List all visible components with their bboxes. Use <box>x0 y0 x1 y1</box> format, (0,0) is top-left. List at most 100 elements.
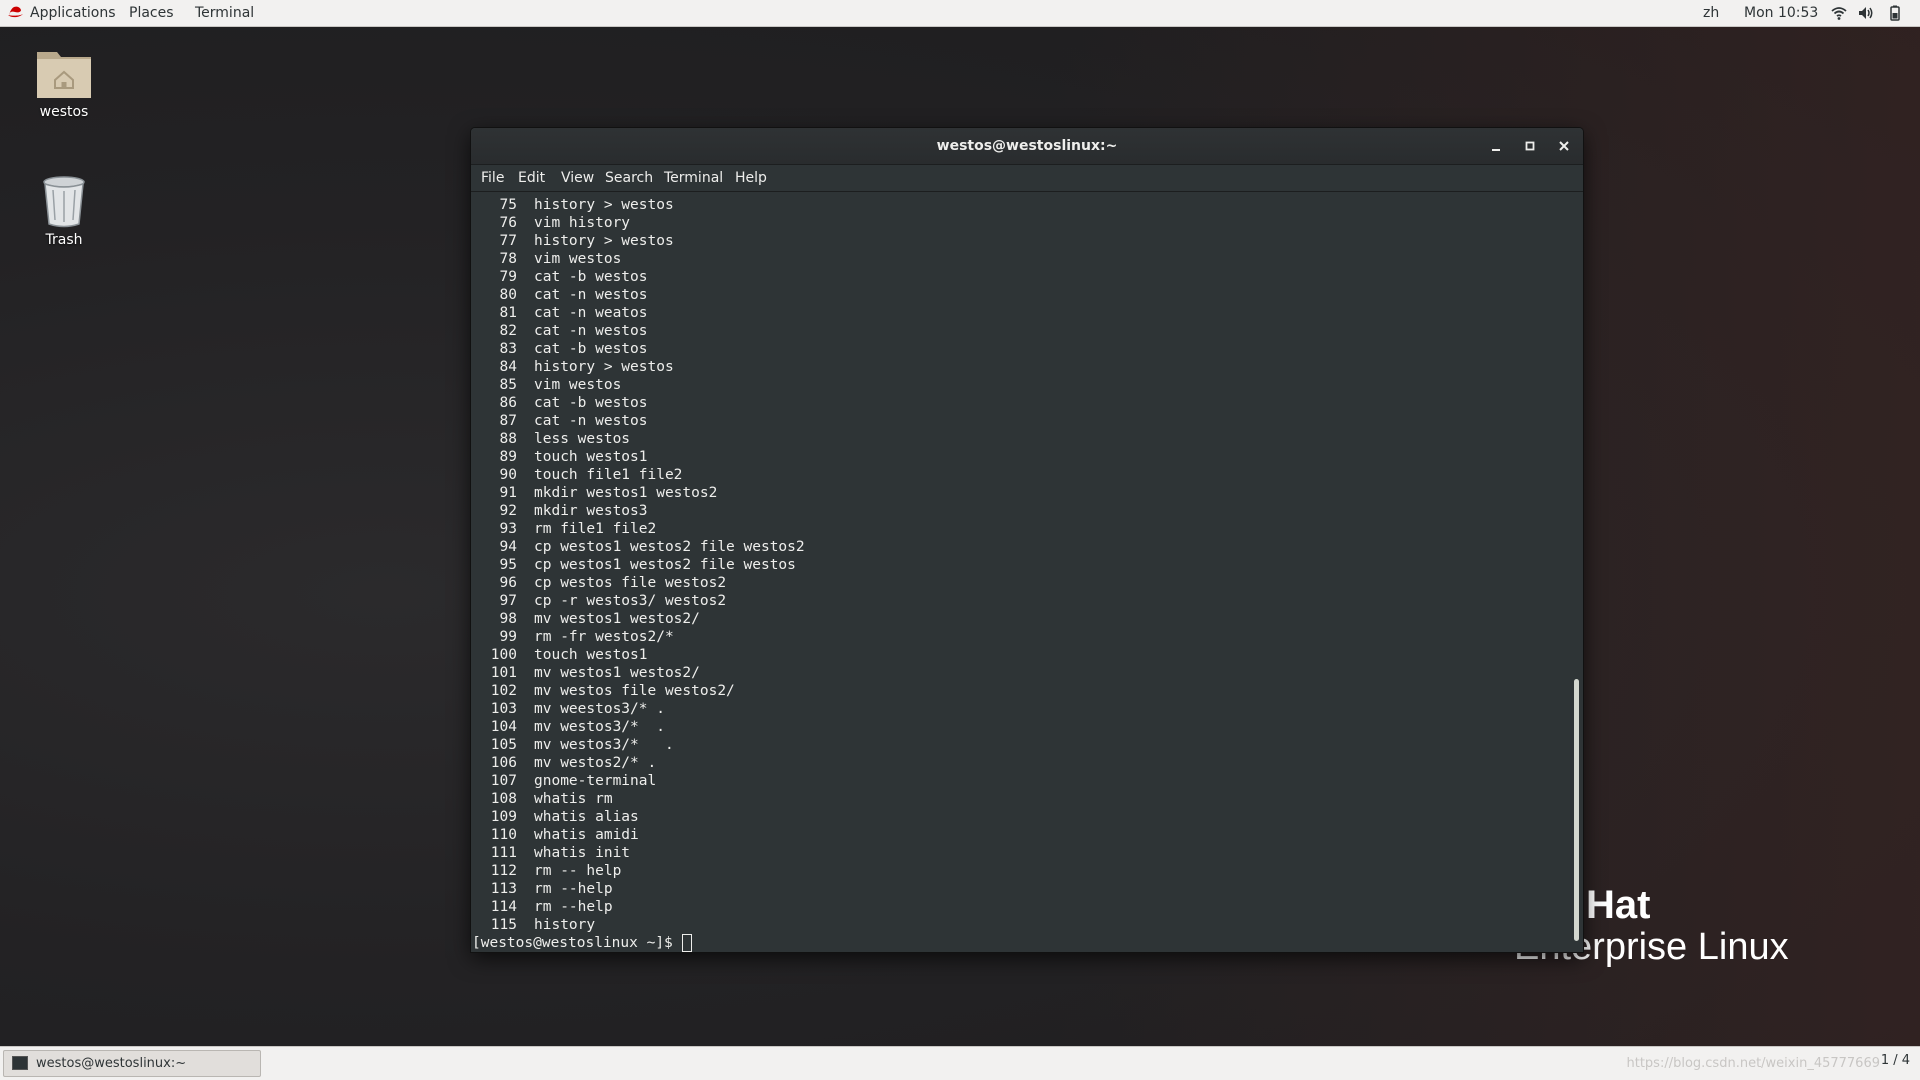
history-command: whatis alias <box>534 809 639 825</box>
menu-view[interactable]: View <box>557 165 598 191</box>
history-line: 83 cat -b westos <box>471 340 1561 358</box>
history-number: 85 <box>499 377 517 393</box>
history-command: history > westos <box>534 359 674 375</box>
history-line: 97 cp -r westos3/ westos2 <box>471 592 1561 610</box>
minimize-button[interactable] <box>1486 136 1506 156</box>
history-line: 86 cat -b westos <box>471 394 1561 412</box>
bottom-panel: westos@westoslinux:~ https://blog.csdn.n… <box>0 1046 1920 1080</box>
history-line: 99 rm -fr westos2/* <box>471 628 1561 646</box>
history-number: 113 <box>490 881 517 897</box>
folder-home-icon <box>37 52 91 98</box>
history-number: 97 <box>499 593 517 609</box>
history-number: 82 <box>499 323 517 339</box>
history-command: mv weestos3/* . <box>534 701 665 717</box>
history-line: 109 whatis alias <box>471 808 1561 826</box>
history-line: 84 history > westos <box>471 358 1561 376</box>
menu-help[interactable]: Help <box>731 165 771 191</box>
taskbar-window-button[interactable]: westos@westoslinux:~ <box>3 1050 261 1077</box>
close-button[interactable] <box>1554 136 1574 156</box>
history-command: cp westos file westos2 <box>534 575 727 591</box>
history-line: 89 touch westos1 <box>471 448 1561 466</box>
terminal-app-menu[interactable]: Terminal <box>189 0 260 26</box>
history-command: mkdir westos1 westos2 <box>534 485 718 501</box>
history-command: mv westos3/* . <box>534 719 665 735</box>
history-command: gnome-terminal <box>534 773 657 789</box>
top-panel: Applications Places Terminal zh Mon 10:5… <box>0 0 1920 27</box>
history-line: 108 whatis rm <box>471 790 1561 808</box>
history-command: vim history <box>534 215 631 231</box>
history-number: 89 <box>499 449 517 465</box>
history-number: 87 <box>499 413 517 429</box>
history-line: 102 mv westos file westos2/ <box>471 682 1561 700</box>
menu-terminal[interactable]: Terminal <box>660 165 727 191</box>
history-number: 102 <box>490 683 517 699</box>
history-number: 104 <box>490 719 517 735</box>
history-command: whatis rm <box>534 791 613 807</box>
history-command: mkdir westos3 <box>534 503 648 519</box>
history-number: 88 <box>499 431 517 447</box>
menu-edit[interactable]: Edit <box>514 165 549 191</box>
history-line: 92 mkdir westos3 <box>471 502 1561 520</box>
applications-menu[interactable]: Applications <box>24 0 122 26</box>
history-command: mv westos1 westos2/ <box>534 611 700 627</box>
history-command: rm -- help <box>534 863 622 879</box>
terminal-window[interactable]: westos@westoslinux:~ File Edit View Sear… <box>471 128 1583 952</box>
history-command: touch file1 file2 <box>534 467 683 483</box>
menu-file[interactable]: File <box>477 165 508 191</box>
history-command: mv westos3/* . <box>534 737 674 753</box>
history-number: 114 <box>490 899 517 915</box>
watermark: https://blog.csdn.net/weixin_45777669 <box>1626 1056 1880 1071</box>
history-line: 82 cat -n westos <box>471 322 1561 340</box>
history-line: 81 cat -n weatos <box>471 304 1561 322</box>
history-number: 83 <box>499 341 517 357</box>
workspace-indicator[interactable]: 1 / 4 <box>1881 1053 1910 1068</box>
history-number: 91 <box>499 485 517 501</box>
history-line: 91 mkdir westos1 westos2 <box>471 484 1561 502</box>
maximize-button[interactable] <box>1520 136 1540 156</box>
history-number: 78 <box>499 251 517 267</box>
desktop-trash[interactable]: Trash <box>9 174 119 248</box>
history-number: 100 <box>490 647 517 663</box>
history-number: 112 <box>490 863 517 879</box>
input-method-indicator[interactable]: zh <box>1703 0 1719 26</box>
history-command: cat -b westos <box>534 341 648 357</box>
history-number: 84 <box>499 359 517 375</box>
history-line: 105 mv westos3/* . <box>471 736 1561 754</box>
history-number: 75 <box>499 197 517 213</box>
history-number: 93 <box>499 521 517 537</box>
history-command: mv westos2/* . <box>534 755 657 771</box>
history-number: 90 <box>499 467 517 483</box>
history-number: 92 <box>499 503 517 519</box>
wifi-icon[interactable] <box>1830 4 1848 22</box>
history-number: 96 <box>499 575 517 591</box>
history-command: whatis amidi <box>534 827 639 843</box>
history-line: 77 history > westos <box>471 232 1561 250</box>
window-titlebar[interactable]: westos@westoslinux:~ <box>471 128 1583 165</box>
history-number: 94 <box>499 539 517 555</box>
terminal-scrollbar[interactable] <box>1571 192 1583 952</box>
history-command: cp westos1 westos2 file westos <box>534 557 796 573</box>
terminal-output[interactable]: [westos@westoslinux ~]$ 75 history > west… <box>471 192 1571 952</box>
menu-search[interactable]: Search <box>601 165 657 191</box>
desktop-home-folder[interactable]: westos <box>9 46 119 120</box>
history-command: cp westos1 westos2 file westos2 <box>534 539 805 555</box>
maximize-icon <box>1525 141 1535 151</box>
places-menu[interactable]: Places <box>123 0 180 26</box>
scrollbar-thumb[interactable] <box>1574 679 1579 941</box>
history-command: history <box>534 917 596 933</box>
clock[interactable]: Mon 10:53 <box>1744 0 1818 26</box>
history-number: 109 <box>490 809 517 825</box>
history-line: 103 mv weestos3/* . <box>471 700 1561 718</box>
taskbar-window-label: westos@westoslinux:~ <box>36 1056 187 1071</box>
volume-icon[interactable] <box>1857 4 1875 22</box>
history-command: cat -n westos <box>534 413 648 429</box>
history-line: 79 cat -b westos <box>471 268 1561 286</box>
close-icon <box>1559 141 1569 151</box>
history-number: 77 <box>499 233 517 249</box>
battery-icon[interactable] <box>1886 4 1904 22</box>
history-line: 93 rm file1 file2 <box>471 520 1561 538</box>
history-line: 80 cat -n westos <box>471 286 1561 304</box>
history-command: rm file1 file2 <box>534 521 657 537</box>
history-command: touch westos1 <box>534 647 648 663</box>
history-line: 76 vim history <box>471 214 1561 232</box>
